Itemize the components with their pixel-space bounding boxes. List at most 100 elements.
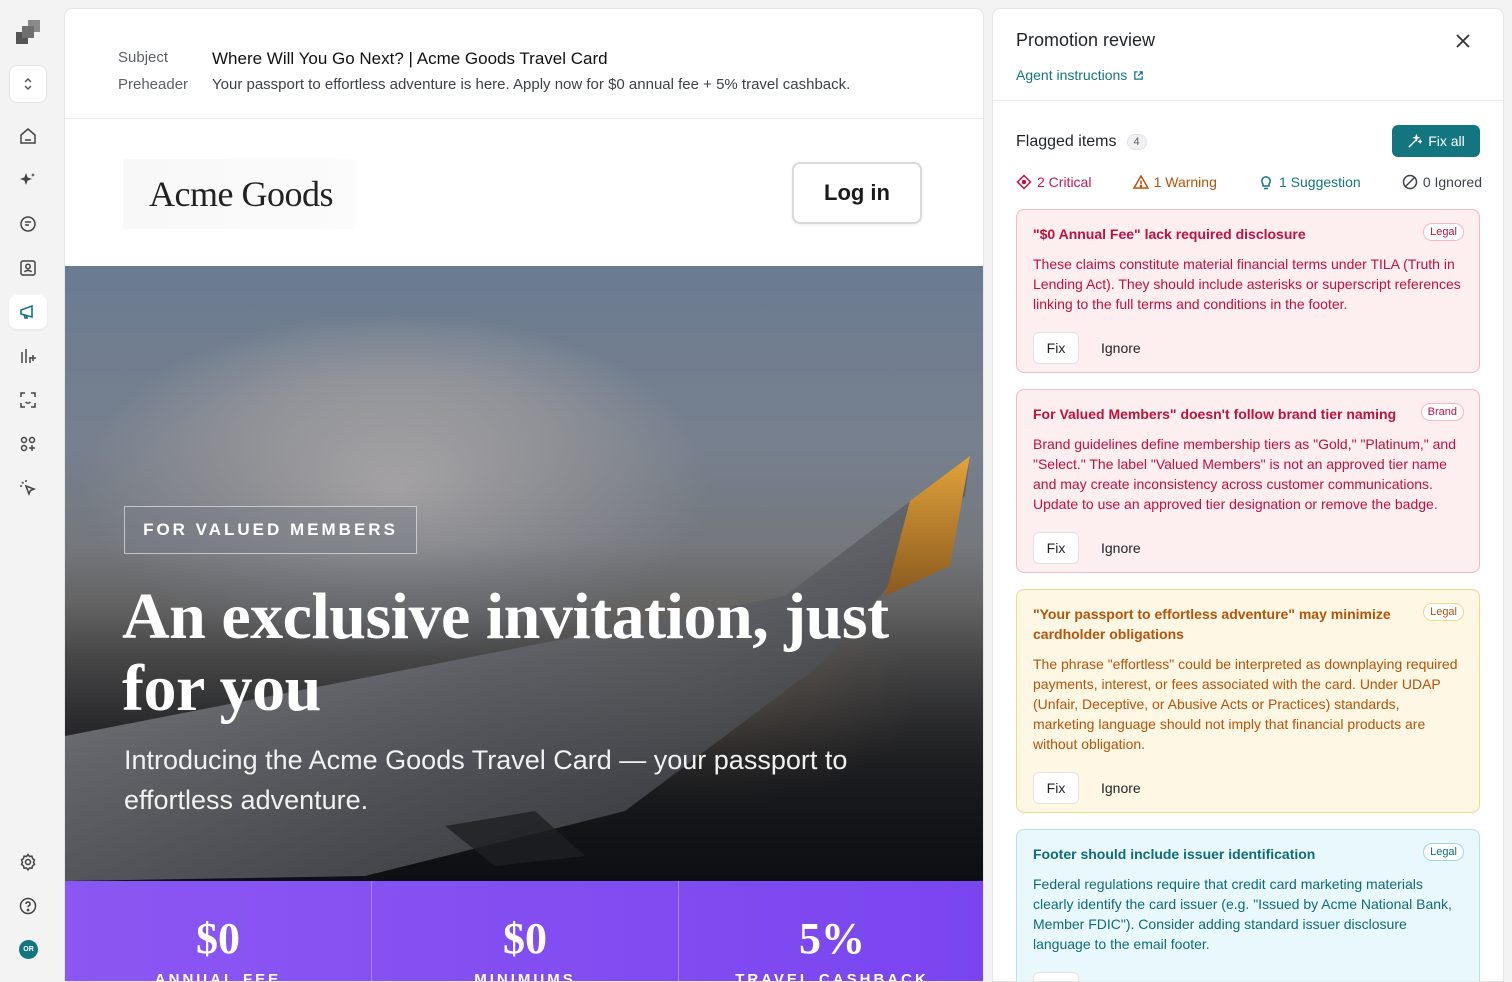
flagged-items-header: Flagged items 4 bbox=[1016, 133, 1147, 151]
flag-card-body: These claims constitute material financi… bbox=[1033, 256, 1461, 312]
brand-name: Acme Goods bbox=[149, 174, 333, 214]
hero-banner: FOR VALUED MEMBERS An exclusive invitati… bbox=[65, 266, 983, 881]
flag-card-actions: Fix Ignore bbox=[1033, 332, 1463, 364]
filter-critical[interactable]: 2 Critical bbox=[1016, 174, 1091, 190]
fix-button[interactable]: Fix bbox=[1033, 972, 1079, 981]
home-icon bbox=[20, 128, 36, 144]
filter-suggestion[interactable]: 1 Suggestion bbox=[1258, 174, 1361, 190]
hero-title: An exclusive invitation, just for you bbox=[122, 580, 889, 725]
workspace-switcher-button[interactable] bbox=[9, 65, 47, 103]
flag-card-actions: Fix Ignore bbox=[1033, 532, 1463, 564]
flag-card-title: Footer should include issuer identificat… bbox=[1033, 846, 1316, 862]
filter-warning-label: 1 Warning bbox=[1153, 174, 1217, 190]
nav-home-button[interactable] bbox=[9, 119, 47, 153]
megaphone-icon bbox=[20, 304, 33, 319]
stat-label: MINIMUMS bbox=[474, 971, 576, 982]
stat-cashback: 5% TRAVEL CASHBACK bbox=[679, 881, 983, 982]
nav-promotions-button[interactable] bbox=[9, 295, 47, 329]
external-link-icon bbox=[1134, 70, 1144, 80]
nav-contacts-button[interactable] bbox=[9, 251, 47, 285]
ignore-button[interactable]: Ignore bbox=[1101, 340, 1141, 356]
agent-instructions-link[interactable]: Agent instructions bbox=[1016, 67, 1144, 83]
panel-title: Promotion review bbox=[1016, 30, 1156, 50]
stats-bar: $0 ANNUAL FEE $0 MINIMUMS 5% TRAVEL CASH… bbox=[65, 881, 983, 982]
subject-value: Where Will You Go Next? | Acme Goods Tra… bbox=[212, 49, 608, 68]
stat-annual-fee: $0 ANNUAL FEE bbox=[65, 881, 372, 982]
brand-logo: Acme Goods bbox=[123, 159, 355, 229]
critical-diamond-icon bbox=[1016, 174, 1032, 190]
fix-all-label: Fix all bbox=[1428, 133, 1465, 149]
subject-row: Subject Where Will You Go Next? | Acme G… bbox=[118, 49, 608, 69]
stat-value: $0 bbox=[503, 914, 547, 963]
flag-card-title: For Valued Members" doesn't follow brand… bbox=[1033, 406, 1397, 422]
email-meta: Subject Where Will You Go Next? | Acme G… bbox=[65, 9, 983, 119]
flag-card-critical: "$0 Annual Fee" lack required disclosure… bbox=[1016, 209, 1480, 373]
close-icon[interactable] bbox=[1453, 31, 1473, 51]
preheader-row: Preheader Your passport to effortless ad… bbox=[118, 76, 850, 93]
flag-card-actions: Fix Ignore bbox=[1033, 772, 1463, 804]
target-list-icon bbox=[20, 216, 36, 232]
filter-ignored-label: 0 Ignored bbox=[1422, 174, 1482, 190]
filter-ignored[interactable]: 0 Ignored bbox=[1402, 174, 1482, 190]
filter-suggestion-label: 1 Suggestion bbox=[1278, 174, 1361, 190]
panel-header: Promotion review Agent instructions bbox=[993, 9, 1503, 101]
preheader-label: Preheader bbox=[118, 76, 189, 93]
hero-subtitle: Introducing the Acme Goods Travel Card —… bbox=[124, 745, 848, 815]
ignored-slash-icon bbox=[1402, 174, 1418, 190]
flagged-items-title: Flagged items bbox=[1016, 133, 1117, 150]
nav-settings-button[interactable] bbox=[9, 845, 47, 879]
flagged-count-badge: 4 bbox=[1126, 134, 1147, 150]
stat-minimums: $0 MINIMUMS bbox=[372, 881, 679, 982]
flag-card-body: Brand guidelines define membership tiers… bbox=[1033, 436, 1456, 512]
nav-scan-button[interactable] bbox=[9, 383, 47, 417]
flag-card-body: Federal regulations require that credit … bbox=[1033, 876, 1452, 952]
apps-grid-icon bbox=[20, 436, 36, 452]
email-header: Acme Goods Log in bbox=[65, 119, 983, 266]
fix-button[interactable]: Fix bbox=[1033, 532, 1079, 564]
ignore-button[interactable]: Ignore bbox=[1101, 540, 1141, 556]
stat-value: $0 bbox=[196, 914, 240, 963]
gear-icon bbox=[20, 853, 36, 872]
nav-reports-button[interactable] bbox=[9, 339, 47, 373]
chart-add-icon bbox=[21, 349, 36, 363]
stat-label: ANNUAL FEE bbox=[154, 971, 282, 982]
nav-apps-button[interactable] bbox=[9, 427, 47, 461]
flag-category-tag: Legal bbox=[1423, 603, 1464, 621]
nav-help-button[interactable] bbox=[9, 889, 47, 923]
members-badge: FOR VALUED MEMBERS bbox=[124, 506, 417, 554]
promotion-review-panel: Promotion review Agent instructions Flag… bbox=[992, 8, 1504, 982]
lightbulb-icon bbox=[1261, 176, 1271, 190]
cursor-click-icon bbox=[20, 480, 37, 497]
login-button[interactable]: Log in bbox=[792, 162, 922, 224]
magic-wand-icon bbox=[1408, 133, 1423, 148]
preheader-value: Your passport to effortless adventure is… bbox=[212, 76, 851, 93]
face-scan-icon bbox=[20, 392, 36, 408]
help-icon bbox=[19, 897, 37, 915]
nav-campaigns-button[interactable] bbox=[9, 207, 47, 241]
contact-card-icon bbox=[20, 260, 36, 276]
sparkle-icon bbox=[20, 173, 35, 185]
user-avatar[interactable]: OR bbox=[19, 940, 38, 959]
filter-warning[interactable]: 1 Warning bbox=[1132, 174, 1217, 190]
email-preview: Subject Where Will You Go Next? | Acme G… bbox=[64, 8, 984, 982]
flag-category-tag: Brand bbox=[1420, 403, 1464, 421]
fix-all-button[interactable]: Fix all bbox=[1392, 125, 1480, 157]
nav-interactions-button[interactable] bbox=[9, 471, 47, 505]
flag-category-tag: Legal bbox=[1423, 843, 1464, 861]
warning-triangle-icon bbox=[1132, 174, 1149, 189]
subject-label: Subject bbox=[118, 49, 169, 66]
flag-card-actions: Fix Ignore bbox=[1033, 972, 1463, 981]
chevron-up-down-icon bbox=[24, 77, 32, 91]
fix-button[interactable]: Fix bbox=[1033, 332, 1079, 364]
flag-card-title: "$0 Annual Fee" lack required disclosure bbox=[1033, 226, 1306, 242]
ignore-button[interactable]: Ignore bbox=[1101, 780, 1141, 796]
stat-value: 5% bbox=[799, 914, 865, 963]
nav-ai-button[interactable] bbox=[9, 163, 47, 197]
flag-card-title: "Your passport to effortless adventure" … bbox=[1033, 606, 1391, 642]
flag-card-warning: "Your passport to effortless adventure" … bbox=[1016, 589, 1480, 813]
agent-instructions-label: Agent instructions bbox=[1016, 67, 1128, 83]
fix-button[interactable]: Fix bbox=[1033, 772, 1079, 804]
stat-label: TRAVEL CASHBACK bbox=[735, 971, 929, 982]
flag-card-body: The phrase "effortless" could be interpr… bbox=[1033, 656, 1458, 752]
flag-card-critical: For Valued Members" doesn't follow brand… bbox=[1016, 389, 1480, 573]
